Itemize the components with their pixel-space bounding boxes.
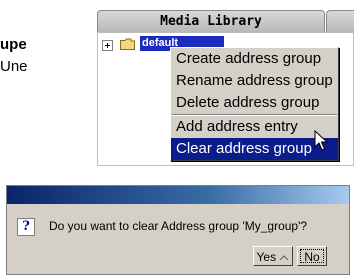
confirm-dialog: ? Do you want to clear Address group 'My… — [6, 185, 350, 275]
yes-button[interactable]: Yes — [253, 246, 293, 266]
tab-media-library[interactable]: Media Library — [97, 10, 325, 32]
tab-secondary[interactable] — [326, 10, 354, 32]
mouse-cursor-icon — [314, 130, 329, 151]
yes-button-label: Yes — [256, 250, 277, 264]
question-icon: ? — [17, 218, 35, 236]
menu-item-create-address-group[interactable]: Create address group — [171, 48, 338, 70]
no-button[interactable]: No — [297, 246, 327, 266]
menu-item-add-address-entry[interactable]: Add address entry — [171, 116, 338, 138]
background-heading-fragment: upe — [0, 36, 27, 53]
menu-item-rename-address-group[interactable]: Rename address group — [171, 70, 338, 92]
menu-item-clear-address-group[interactable]: Clear address group — [171, 138, 338, 160]
expand-icon[interactable] — [102, 40, 113, 51]
mini-cursor-icon — [280, 255, 289, 261]
menu-item-delete-address-group[interactable]: Delete address group — [171, 92, 338, 114]
background-text-fragment: Une — [0, 58, 28, 75]
folder-icon — [120, 38, 135, 50]
dialog-message: Do you want to clear Address group 'My_g… — [49, 219, 308, 233]
dialog-titlebar[interactable] — [7, 186, 349, 204]
